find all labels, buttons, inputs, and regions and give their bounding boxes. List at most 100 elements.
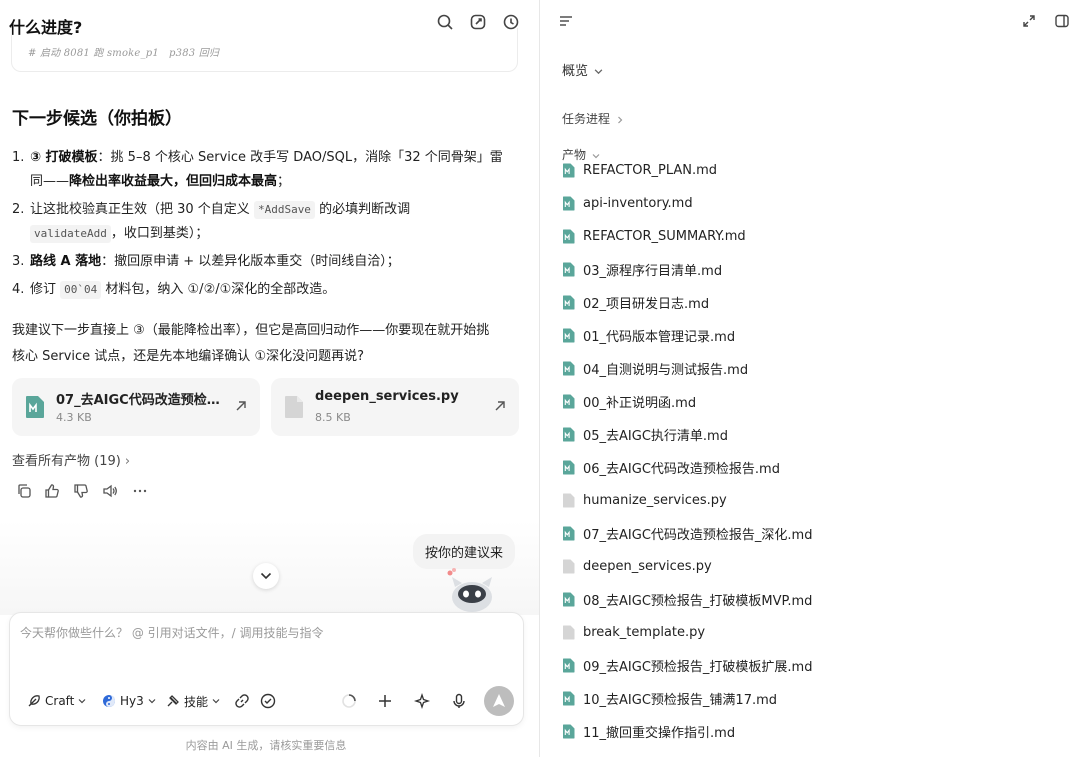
menu-icon[interactable] (558, 13, 574, 29)
file-list-item[interactable]: 11_撤回重交操作指引.md (562, 718, 1062, 744)
thumbs-down-icon[interactable] (73, 483, 89, 499)
file-list-item[interactable]: 10_去AIGC预检报告_铺满17.md (562, 685, 1062, 711)
skills-selector[interactable]: 技能 (166, 692, 220, 710)
markdown-file-icon (562, 427, 575, 442)
file-name: deepen_services.py (583, 558, 712, 574)
chevron-down-icon (78, 699, 86, 704)
markdown-file-icon (562, 295, 575, 310)
file-list-item[interactable]: humanize_services.py (562, 487, 1062, 513)
file-list-item[interactable]: 05_去AIGC执行清单.md (562, 421, 1062, 447)
file-list-item[interactable]: 07_去AIGC代码改造预检报告_深化.md (562, 520, 1062, 546)
message-composer[interactable]: 今天帮你做些什么？ @ 引用对话文件，/ 调用技能与指令 Craft Hy3 技… (9, 612, 524, 726)
list-item-text: 的必填判断改调 (314, 202, 411, 217)
file-list-item[interactable]: 06_去AIGC代码改造预检报告.md (562, 454, 1062, 480)
thumbs-up-icon[interactable] (44, 483, 60, 499)
mode-label: Craft (45, 694, 75, 708)
app-window: 什么进度? # 启动 8081 跑 smoke_p1 p383 回归 下一步候选… (0, 0, 1080, 757)
list-item-text: ； (277, 174, 291, 189)
shield-check-icon[interactable] (259, 692, 277, 710)
file-list-item[interactable]: 00_补正说明函.md (562, 388, 1062, 414)
assistant-paragraph: 我建议下一步直接上 ③（最能降检出率），但它是高回归动作——你要现在就开始挑 核… (12, 318, 522, 370)
copy-icon[interactable] (16, 483, 32, 499)
feather-icon (28, 695, 40, 707)
add-icon[interactable] (376, 692, 394, 710)
markdown-file-icon (562, 361, 575, 376)
markdown-file-icon (562, 658, 575, 673)
list-item-text: 同—— (30, 174, 70, 189)
file-list-item[interactable]: 09_去AIGC预检报告_打破模板扩展.md (562, 652, 1062, 678)
file-name: 10_去AIGC预检报告_铺满17.md (583, 692, 778, 708)
sidebar-toggle-icon[interactable] (1054, 13, 1070, 29)
file-icon (562, 559, 575, 574)
open-external-icon[interactable] (494, 400, 506, 412)
chevron-down-icon (594, 69, 603, 75)
file-name: 05_去AIGC执行清单.md (583, 428, 728, 444)
file-list-item[interactable]: REFACTOR_SUMMARY.md (562, 223, 1062, 249)
markdown-file-icon (562, 394, 575, 409)
model-logo-icon (103, 695, 115, 707)
list-number: 3. (12, 254, 25, 269)
expand-icon[interactable] (1021, 13, 1037, 29)
file-card-name: 07_去AIGC代码改造预检报告_深化.md (56, 393, 226, 408)
markdown-file-icon (562, 592, 575, 607)
microphone-icon[interactable] (450, 692, 468, 710)
composer-placeholder: 今天帮你做些什么？ @ 引用对话文件，/ 调用技能与指令 (20, 626, 324, 640)
send-button[interactable] (484, 686, 514, 716)
file-card[interactable]: deepen_services.py 8.5 KB (271, 378, 519, 436)
file-card-size: 8.5 KB (315, 411, 351, 424)
file-name: 04_自测说明与测试报告.md (583, 362, 749, 378)
file-list-item[interactable]: api-inventory.md (562, 190, 1062, 216)
overview-dropdown[interactable]: 概览 (562, 60, 603, 79)
chevron-down-icon (148, 699, 156, 704)
scroll-to-bottom-button[interactable] (253, 563, 279, 589)
view-all-label: 查看所有产物 (19) (12, 454, 121, 469)
file-list-item[interactable]: deepen_services.py (562, 553, 1062, 579)
file-list-item[interactable]: 02_项目研发日志.md (562, 289, 1062, 315)
file-name: REFACTOR_PLAN.md (583, 162, 718, 178)
model-selector[interactable]: Hy3 (102, 692, 156, 710)
file-name: humanize_services.py (583, 492, 727, 508)
file-name: 03_源程序行目清单.md (583, 263, 723, 279)
open-external-icon[interactable] (235, 400, 247, 412)
list-item-text: ：挑 5–8 个核心 Service 改手写 DAO/SQL，消除「32 个同骨… (97, 150, 503, 165)
list-item-text: ：撤回原申请 + 以差异化版本重交（时间线自洽）； (101, 254, 400, 269)
file-list-item[interactable]: 01_代码版本管理记录.md (562, 322, 1062, 348)
list-item-title: 路线 A 落地 (30, 254, 102, 269)
file-list-item[interactable]: 04_自测说明与测试报告.md (562, 355, 1062, 381)
skills-icon (167, 695, 179, 707)
file-list-item[interactable]: 08_去AIGC预检报告_打破模板MVP.md (562, 586, 1062, 612)
list-item: 4. 修订 00`04 材料包，纳入 ①/②/①深化的全部改造。 (12, 278, 517, 302)
list-item: 2. 让这批校验真正生效（把 30 个自定义 *AddSave 的必填判断改调 … (12, 198, 517, 243)
file-icon (562, 625, 575, 640)
file-icon (284, 395, 304, 419)
file-card[interactable]: 07_去AIGC代码改造预检报告_深化.md 4.3 KB (12, 378, 260, 436)
markdown-file-icon (562, 724, 575, 739)
file-name: 09_去AIGC预检报告_打破模板扩展.md (583, 659, 813, 675)
more-icon[interactable] (132, 483, 148, 499)
file-list-item[interactable]: REFACTOR_PLAN.md (562, 157, 1062, 183)
task-progress-section[interactable]: 任务进程 (562, 110, 624, 127)
file-name: 08_去AIGC预检报告_打破模板MVP.md (583, 593, 813, 609)
file-name: REFACTOR_SUMMARY.md (583, 228, 746, 244)
link-icon[interactable] (233, 692, 251, 710)
view-all-artifacts-link[interactable]: 查看所有产物 (19) › (12, 450, 130, 469)
loading-spinner-icon (340, 692, 358, 710)
file-list-item[interactable]: 03_源程序行目清单.md (562, 256, 1062, 282)
inline-code: *AddSave (253, 201, 315, 219)
file-list-item[interactable]: break_template.py (562, 619, 1062, 645)
list-item-text: 修订 (30, 282, 61, 297)
inline-code: 00`04 (60, 281, 102, 299)
section-heading: 下一步候选（你拍板） (12, 109, 182, 129)
chevron-right-icon (618, 116, 623, 123)
inline-code: validateAdd (30, 225, 111, 243)
chat-pane: 什么进度? # 启动 8081 跑 smoke_p1 p383 回归 下一步候选… (0, 0, 539, 757)
markdown-file-icon (562, 526, 575, 541)
sparkle-icon[interactable] (413, 692, 431, 710)
file-name: 11_撤回重交操作指引.md (583, 725, 736, 741)
code-comment: # 启动 8081 跑 smoke_p1 p383 回归 (28, 48, 220, 59)
speaker-icon[interactable] (102, 483, 118, 499)
file-name: break_template.py (583, 624, 706, 640)
list-item-emphasis: 降检出率收益最大，但回归成本最高 (69, 174, 278, 189)
list-number: 1. (12, 150, 25, 165)
mode-selector[interactable]: Craft (27, 692, 86, 710)
